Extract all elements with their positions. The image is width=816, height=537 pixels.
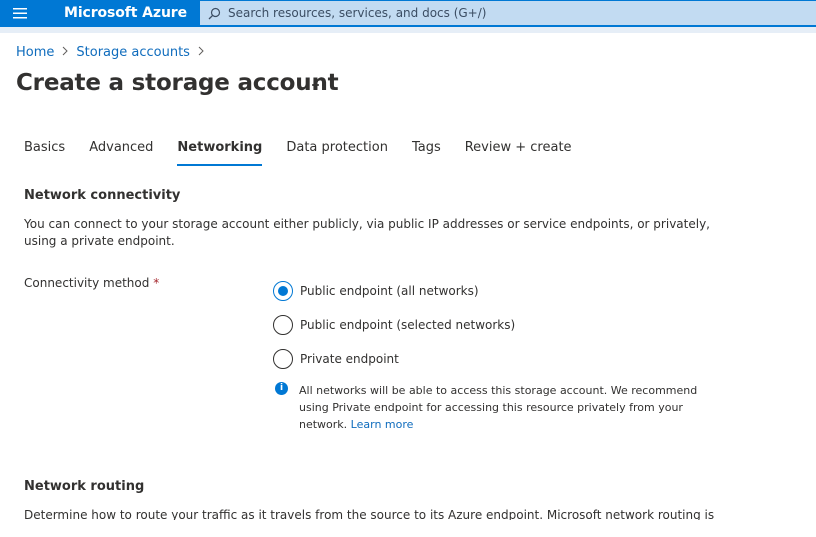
network-routing-heading: Network routing (24, 479, 145, 494)
search-input[interactable] (228, 1, 808, 25)
tab-networking[interactable]: Networking (177, 138, 262, 166)
radio-label[interactable]: Public endpoint (selected networks) (300, 318, 515, 332)
chevron-right-icon (62, 45, 69, 60)
chevron-right-icon (198, 45, 204, 60)
connectivity-method-radio-group: Public endpoint (all networks) Public en… (273, 280, 515, 382)
network-routing-description: Determine how to route your traffic as i… (24, 508, 715, 520)
radio-public-selected-networks[interactable]: Public endpoint (selected networks) (273, 314, 515, 336)
network-connectivity-description: You can connect to your storage account … (24, 217, 710, 248)
tab-basics[interactable]: Basics (24, 138, 65, 166)
hamburger-icon[interactable] (0, 0, 40, 27)
tab-data-protection[interactable]: Data protection (286, 138, 388, 166)
tab-bar: Basics Advanced Networking Data protecti… (24, 138, 596, 168)
breadcrumb-home[interactable]: Home (16, 45, 54, 60)
brand-title[interactable]: Microsoft Azure (64, 0, 187, 27)
required-marker: * (153, 276, 160, 290)
info-text: All networks will be able to access this… (299, 382, 725, 433)
network-connectivity-heading: Network connectivity (24, 188, 181, 203)
search-icon (208, 7, 221, 20)
tab-advanced[interactable]: Advanced (89, 138, 153, 166)
radio-private-endpoint[interactable]: Private endpoint (273, 348, 515, 370)
connectivity-method-text: Connectivity method (24, 276, 150, 290)
radio-public-all-networks[interactable]: Public endpoint (all networks) (273, 280, 515, 302)
top-bar: Microsoft Azure (0, 0, 816, 27)
radio-label[interactable]: Private endpoint (300, 352, 399, 366)
ellipsis-icon[interactable] (306, 76, 330, 94)
page-title: Create a storage account (16, 70, 339, 96)
radio-circle[interactable] (273, 281, 293, 301)
connectivity-method-label: Connectivity method * (24, 276, 159, 290)
radio-circle[interactable] (273, 315, 293, 335)
breadcrumb: Home Storage accounts (16, 44, 212, 60)
tab-tags[interactable]: Tags (412, 138, 441, 166)
global-search-box[interactable] (200, 1, 816, 25)
tab-review-create[interactable]: Review + create (465, 138, 572, 166)
learn-more-link[interactable]: Learn more (351, 418, 414, 431)
info-icon: i (275, 382, 288, 395)
radio-circle[interactable] (273, 349, 293, 369)
top-bar-shadow (0, 27, 816, 33)
radio-label[interactable]: Public endpoint (all networks) (300, 284, 479, 298)
breadcrumb-storage-accounts[interactable]: Storage accounts (76, 45, 190, 60)
